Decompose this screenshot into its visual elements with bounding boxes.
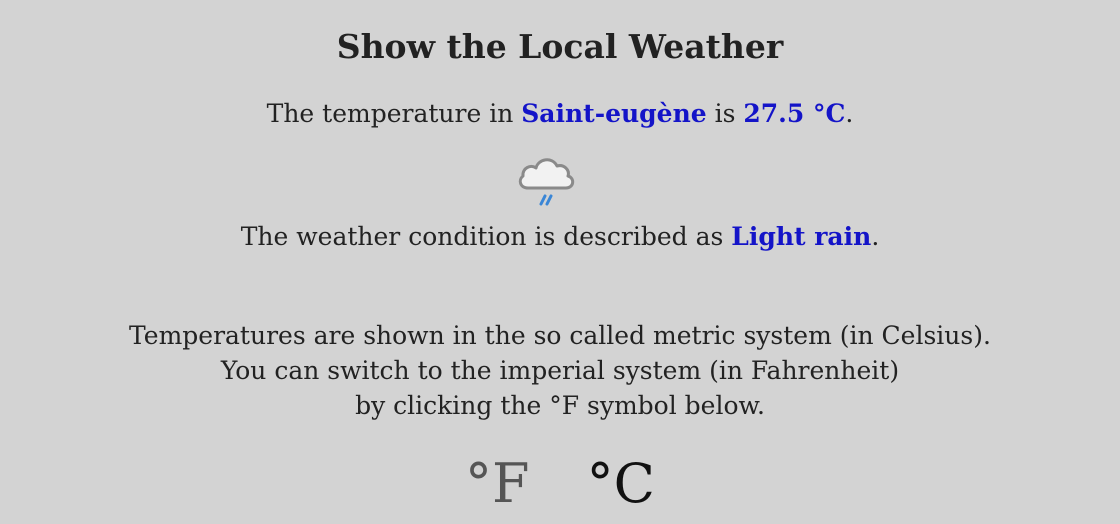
temperature-prefix: The temperature in: [266, 99, 514, 128]
unit-info-text: Temperatures are shown in the so called …: [0, 318, 1120, 423]
fahrenheit-button[interactable]: °F: [465, 452, 529, 516]
light-rain-cloud-icon: [514, 150, 578, 210]
temperature-sentence: The temperature in Saint-eugène is 27.5 …: [0, 98, 1120, 130]
celsius-button[interactable]: °C: [587, 452, 655, 516]
temperature-middle: is: [714, 99, 736, 128]
unit-switcher: °F °C: [0, 452, 1120, 516]
city-name: Saint-eugène: [521, 99, 707, 128]
condition-suffix: .: [871, 222, 880, 251]
condition-description: Light rain: [731, 222, 872, 251]
page-title: Show the Local Weather: [336, 27, 784, 66]
temperature-value: 27.5 °C: [743, 99, 846, 128]
condition-sentence: The weather condition is described as Li…: [0, 221, 1120, 253]
info-line-1: Temperatures are shown in the so called …: [129, 321, 991, 350]
weather-page: Show the Local Weather The temperature i…: [0, 0, 1120, 524]
temperature-suffix: .: [845, 99, 854, 128]
info-line-3: by clicking the °F symbol below.: [355, 391, 765, 420]
condition-prefix: The weather condition is described as: [240, 222, 724, 251]
info-line-2: You can switch to the imperial system (i…: [220, 356, 900, 385]
